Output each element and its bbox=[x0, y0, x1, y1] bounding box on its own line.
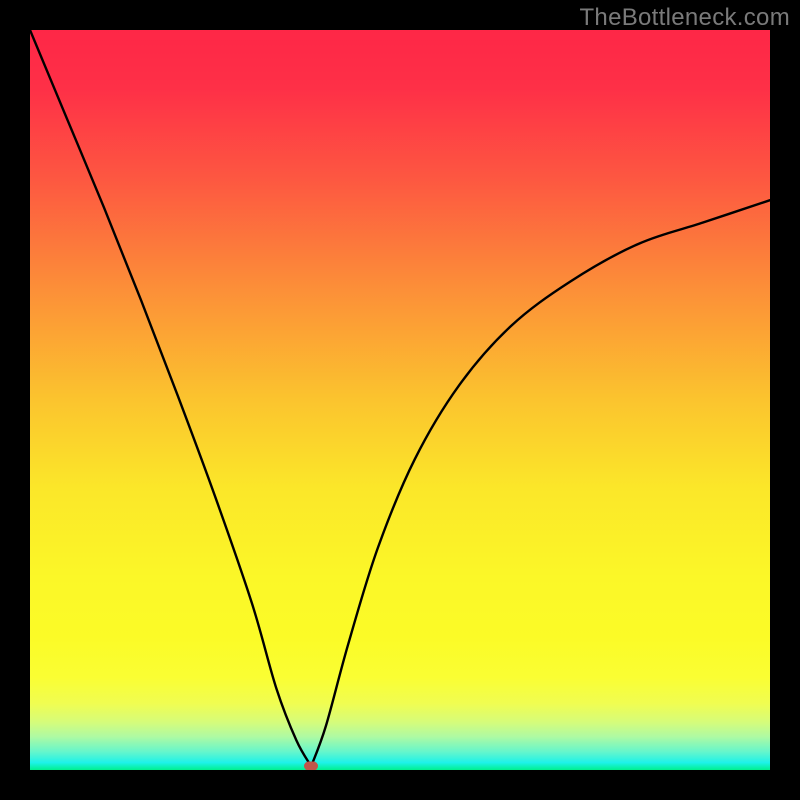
bottleneck-marker bbox=[304, 762, 318, 770]
background-gradient bbox=[30, 30, 770, 770]
watermark-text: TheBottleneck.com bbox=[579, 4, 790, 32]
plot-area bbox=[30, 30, 770, 770]
chart-frame: TheBottleneck.com bbox=[0, 0, 800, 800]
